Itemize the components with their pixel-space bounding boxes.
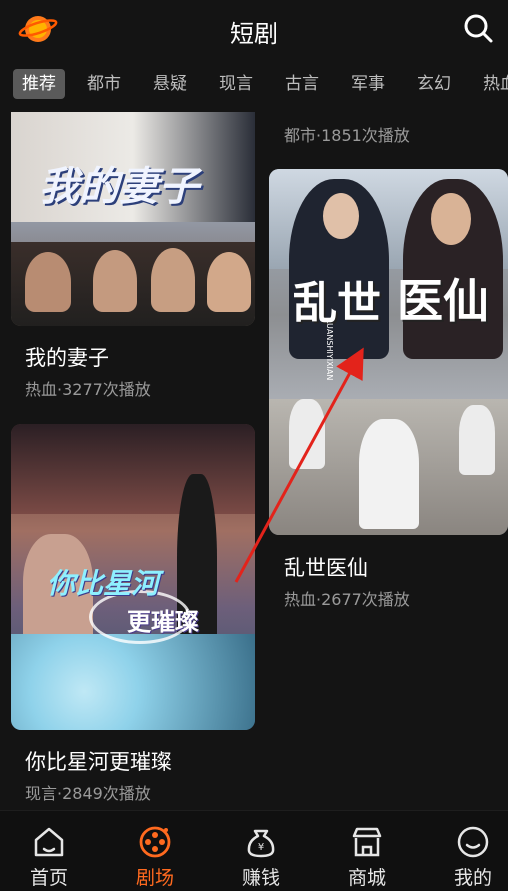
search-icon[interactable]: [462, 12, 494, 44]
poster-title-text: 乱世: [293, 278, 381, 329]
nav-label: 我的: [453, 867, 492, 889]
poster-subtitle-text: LUANSHIYIXIAN: [325, 319, 334, 381]
category-tabs: 推荐 都市 悬疑 现言 古言 军事 玄幻 热血: [0, 66, 508, 102]
drama-poster[interactable]: 乱世 医仙 LUANSHIYIXIAN: [269, 169, 508, 535]
store-icon: [352, 827, 382, 857]
top-bar: 短剧: [0, 0, 508, 58]
drama-title[interactable]: 乱世医仙: [284, 552, 368, 582]
tab-recommend[interactable]: 推荐: [13, 69, 65, 99]
svg-text:¥: ¥: [258, 842, 264, 853]
film-reel-icon: [139, 826, 171, 858]
tab-modern-romance[interactable]: 现言: [216, 69, 256, 99]
card-meta: 都市·1851次播放: [284, 126, 410, 145]
tab-fantasy[interactable]: 玄幻: [414, 69, 454, 99]
drama-poster[interactable]: 你比星河 更璀璨: [11, 424, 255, 730]
drama-meta: 热血·3277次播放: [25, 380, 151, 399]
poster-title-text: 我的妻子: [39, 163, 199, 210]
nav-label: 赚钱: [241, 867, 280, 889]
money-bag-icon: ¥: [247, 829, 275, 858]
poster-title-text: 你比星河: [47, 567, 160, 600]
nav-label: 剧场: [135, 867, 174, 889]
bottom-navigation: 首页 剧场 ¥ 赚钱 商城 我的: [0, 810, 508, 891]
page-title: 短剧: [230, 20, 278, 48]
smile-icon: [457, 826, 489, 858]
poster-title-text: 医仙: [397, 274, 489, 328]
drama-meta: 热血·2677次播放: [284, 590, 410, 609]
home-icon: [34, 827, 64, 857]
nav-label: 商城: [347, 867, 386, 889]
nav-label: 首页: [29, 867, 68, 889]
tab-urban[interactable]: 都市: [84, 69, 124, 99]
poster-title-text: 更璀璨: [127, 607, 199, 636]
tab-hot-blood[interactable]: 热血: [480, 69, 508, 99]
tab-suspense[interactable]: 悬疑: [150, 69, 190, 99]
nav-earn[interactable]: ¥ 赚钱: [216, 811, 306, 891]
drama-feed: 都市·1851次播放 我的妻子 我的妻子 热血·3277次播放 你比星河 更璀璨…: [0, 112, 508, 810]
nav-profile[interactable]: 我的: [428, 811, 508, 891]
drama-title[interactable]: 我的妻子: [25, 342, 109, 372]
drama-title[interactable]: 你比星河更璀璨: [25, 746, 172, 776]
tab-military[interactable]: 军事: [348, 69, 388, 99]
tab-ancient-romance[interactable]: 古言: [282, 69, 322, 99]
nav-store[interactable]: 商城: [322, 811, 412, 891]
drama-meta: 现言·2849次播放: [25, 784, 151, 803]
nav-theater[interactable]: 剧场: [110, 811, 200, 891]
nav-home[interactable]: 首页: [4, 811, 94, 891]
drama-poster[interactable]: 我的妻子: [11, 112, 255, 326]
